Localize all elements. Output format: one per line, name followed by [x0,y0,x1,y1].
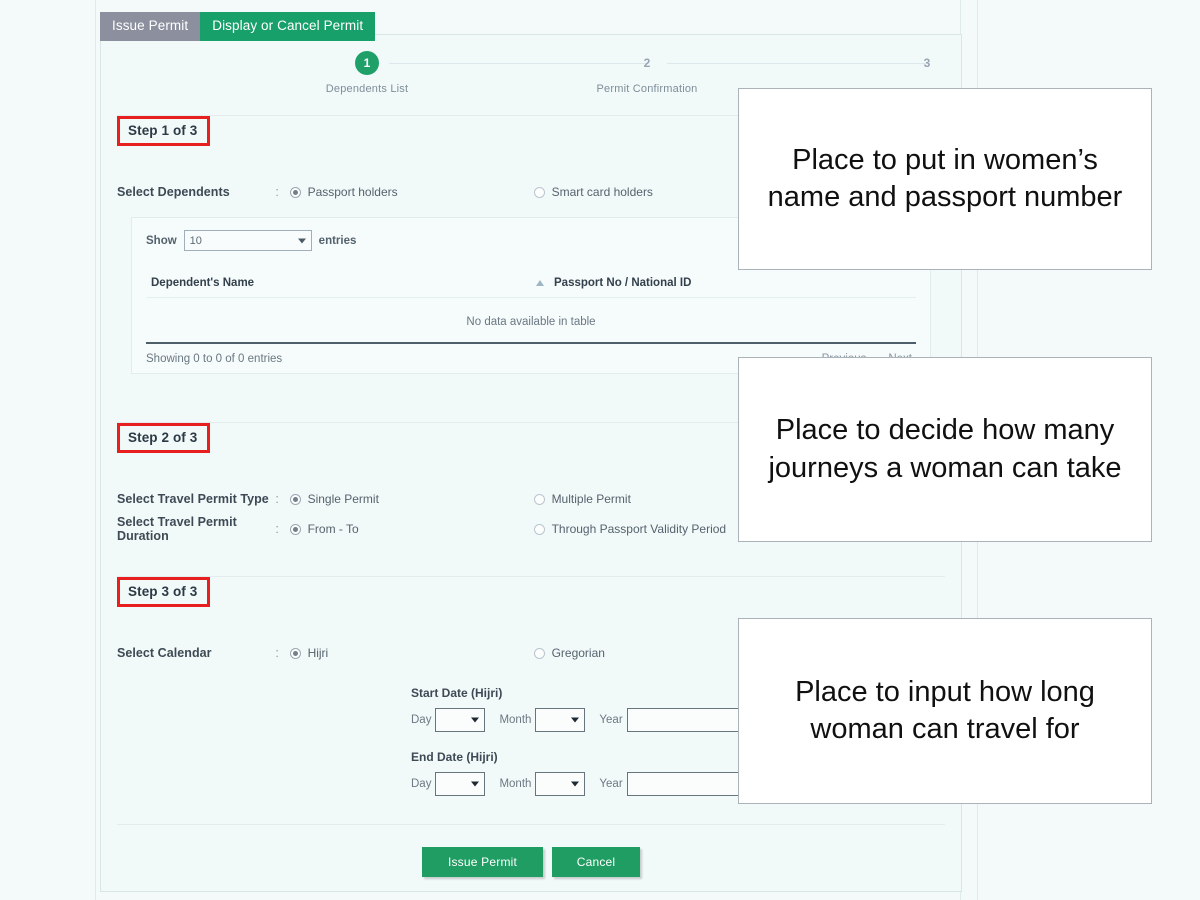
issue-permit-button[interactable]: Issue Permit [422,847,543,877]
select-dependents-label: Select Dependents [117,185,230,199]
stepper-step-3-number: 3 [923,56,931,70]
stepper-step-1[interactable]: 1 Dependents List [267,51,467,95]
entries-per-page-value: 10 [189,234,202,247]
column-header-passport-no-label: Passport No / National ID [554,277,692,289]
chevron-down-icon [471,781,480,787]
radio-from-to-indicator[interactable] [289,523,301,535]
start-date-day-select[interactable] [435,708,486,732]
tab-display-or-cancel-permit[interactable]: Display or Cancel Permit [200,12,376,41]
stepper-step-2-label: Permit Confirmation [596,83,698,95]
step-1-heading: Step 1 of 3 [117,116,211,146]
entries-per-page-select[interactable]: 10 [183,230,312,251]
start-date-year-label: Year [599,714,623,726]
radio-hijri-label: Hijri [307,646,329,660]
annotation-callout-journeys: Place to decide how many journeys a woma… [738,357,1152,542]
radio-multiple-permit-indicator[interactable] [533,493,545,505]
dependents-table-header: Dependent's Name Passport No / National … [146,277,916,297]
annotation-callout-dependents-text: Place to put in women’s name and passpor… [767,143,1123,213]
chevron-down-icon [571,781,580,787]
radio-passport-holders-indicator[interactable] [289,186,301,198]
start-date-day-label: Day [411,714,432,726]
column-header-passport-no[interactable]: Passport No / National ID [536,277,691,289]
radio-through-passport-validity-indicator[interactable] [533,523,545,535]
column-header-dependents-name[interactable]: Dependent's Name [146,277,536,289]
permit-duration-colon: : [275,522,279,536]
stepper-step-1-number: 1 [355,51,379,75]
start-date-month-label: Month [499,714,532,726]
radio-single-permit-label: Single Permit [307,492,379,506]
radio-from-to[interactable]: From - To [289,522,534,536]
form-footer: Issue Permit Cancel [117,824,945,877]
annotation-callout-journeys-text: Place to decide how many journeys a woma… [768,414,1122,484]
radio-through-passport-validity-label: Through Passport Validity Period [551,522,727,536]
chevron-down-icon [571,717,580,723]
permit-duration-label: Select Travel Permit Duration [117,515,237,543]
end-date-month-select[interactable] [535,772,586,796]
stepper-step-2[interactable]: 2 Permit Confirmation [547,51,747,95]
entries-label: entries [318,234,357,247]
tab-issue-permit[interactable]: Issue Permit [100,12,201,41]
permit-type-label: Select Travel Permit Type [117,492,269,506]
permit-type-colon: : [275,492,279,506]
end-date-day-select[interactable] [435,772,486,796]
radio-gregorian-label: Gregorian [551,646,605,660]
end-date-day-label: Day [411,778,432,790]
radio-multiple-permit[interactable]: Multiple Permit [533,492,631,506]
radio-through-passport-validity[interactable]: Through Passport Validity Period [533,522,727,536]
radio-hijri-indicator[interactable] [289,647,301,659]
radio-hijri[interactable]: Hijri [289,646,534,660]
radio-passport-holders-label: Passport holders [307,185,398,199]
annotation-callout-duration: Place to input how long woman can travel… [738,618,1152,804]
table-info: Showing 0 to 0 of 0 entries [146,353,283,365]
stepper-step-1-label: Dependents List [325,83,409,95]
annotation-callout-duration-text: Place to input how long woman can travel… [795,675,1095,745]
select-calendar-label: Select Calendar [117,646,212,660]
radio-gregorian[interactable]: Gregorian [533,646,605,660]
radio-multiple-permit-label: Multiple Permit [551,492,631,506]
stepper-step-3[interactable]: 3 [827,51,1027,83]
select-dependents-colon: : [275,185,279,199]
annotation-callout-dependents: Place to put in women’s name and passpor… [738,88,1152,270]
step-2-heading: Step 2 of 3 [117,423,211,453]
radio-smart-card-holders-indicator[interactable] [533,186,545,198]
tab-bar: Issue Permit Display or Cancel Permit [100,12,376,41]
radio-single-permit-indicator[interactable] [289,493,301,505]
step-3-section-header: Step 3 of 3 [117,576,945,616]
radio-passport-holders[interactable]: Passport holders [289,185,534,199]
radio-smart-card-holders-label: Smart card holders [551,185,653,199]
table-empty-message: No data available in table [146,297,916,344]
stepper-step-2-number: 2 [643,56,651,70]
radio-gregorian-indicator[interactable] [533,647,545,659]
end-date-month-label: Month [499,778,532,790]
end-date-year-label: Year [599,778,623,790]
step-3-heading: Step 3 of 3 [117,577,211,607]
start-date-month-select[interactable] [535,708,586,732]
radio-smart-card-holders[interactable]: Smart card holders [533,185,653,199]
sort-ascending-icon [536,279,544,286]
radio-from-to-label: From - To [307,522,359,536]
radio-single-permit[interactable]: Single Permit [289,492,534,506]
select-calendar-colon: : [275,646,279,660]
show-label: Show [146,234,177,247]
cancel-button[interactable]: Cancel [552,847,640,877]
page-guide-line-left [95,0,96,900]
chevron-down-icon [471,717,480,723]
chevron-down-icon [297,238,306,243]
